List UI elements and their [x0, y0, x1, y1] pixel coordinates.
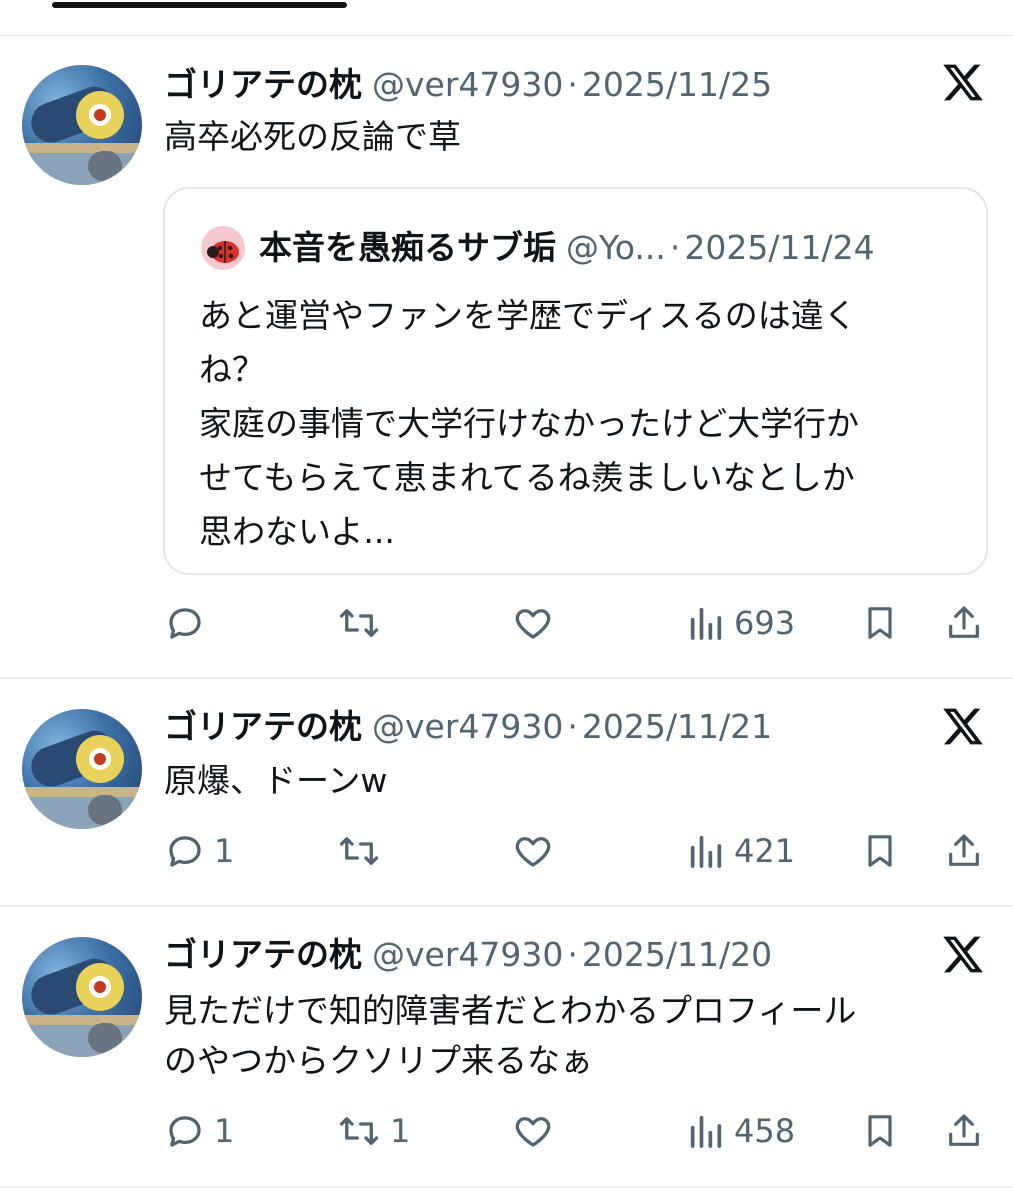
tweet-divider — [0, 1186, 1013, 1188]
bookmark-button[interactable] — [860, 826, 900, 876]
separator-dot: · — [567, 935, 578, 974]
tweet-actions: 1 421 — [0, 826, 1013, 876]
retweet-button[interactable]: 1 — [336, 1106, 410, 1156]
views-button[interactable]: 421 — [686, 826, 795, 876]
reply-button[interactable] — [164, 598, 214, 648]
x-logo-icon — [943, 936, 983, 973]
display-name[interactable]: ゴリアテの枕 — [164, 707, 362, 746]
views-chart-icon — [690, 835, 722, 868]
x-logo-icon — [943, 708, 983, 745]
bookmark-icon — [868, 835, 892, 867]
views-chart-icon — [690, 607, 722, 640]
retweet-icon — [339, 1117, 379, 1145]
display-name[interactable]: ゴリアテの枕 — [164, 65, 362, 104]
tweet-date[interactable]: 2025/11/20 — [582, 935, 772, 974]
quote-date[interactable]: 2025/11/24 — [684, 228, 874, 267]
retweet-button[interactable] — [336, 598, 390, 648]
quote-text-line: あと運営やファンを学歴でディスるのは違く — [199, 296, 857, 335]
avatar[interactable] — [22, 65, 142, 185]
views-count: 458 — [734, 1112, 796, 1150]
quote-display-name[interactable]: 本音を愚痴るサブ垢 — [259, 228, 556, 267]
share-icon — [949, 606, 979, 638]
tweet-header: ゴリアテの枕 @ver47930 · 2025/11/25 — [164, 61, 772, 109]
reply-button[interactable]: 1 — [164, 826, 234, 876]
avatar-image — [22, 958, 142, 1057]
heart-icon — [515, 609, 551, 639]
quote-separator-dot: · — [669, 228, 681, 267]
retweet-button[interactable] — [336, 826, 390, 876]
display-name[interactable]: ゴリアテの枕 — [164, 935, 362, 974]
quote-text: あと運営やファンを学歴でディスるのは違く ね？ 家庭の事情で大学行けなかったけど… — [199, 289, 859, 559]
retweet-icon — [339, 837, 379, 865]
tweet-date[interactable]: 2025/11/25 — [582, 65, 772, 104]
views-count: 421 — [734, 832, 796, 870]
tweet-header: ゴリアテの枕 @ver47930 · 2025/11/20 — [164, 931, 772, 979]
share-button[interactable] — [944, 598, 984, 648]
like-button[interactable] — [511, 1106, 555, 1156]
quote-text-line: ね？ — [199, 350, 265, 389]
avatar-image — [22, 86, 142, 185]
tweet-text: 高卒必死の反論で草 — [164, 112, 461, 162]
tweet-text-line: 見ただけで知的障害者だとわかるプロフィール — [164, 991, 857, 1030]
bookmark-icon — [868, 607, 892, 639]
bookmark-button[interactable] — [860, 598, 900, 648]
tweet-divider — [0, 905, 1013, 907]
user-handle[interactable]: @ver47930 — [372, 935, 563, 974]
views-chart-icon — [690, 1115, 722, 1148]
quote-user-handle[interactable]: @Yo... — [566, 228, 666, 267]
user-handle[interactable]: @ver47930 — [372, 707, 563, 746]
quote-header: 本音を愚痴るサブ垢 @Yo... · 2025/11/24 — [259, 224, 875, 272]
tweet-text: 見ただけで知的障害者だとわかるプロフィール のやつからクソリプ来るなぁ — [164, 986, 856, 1086]
views-button[interactable]: 458 — [686, 1106, 795, 1156]
quoted-tweet[interactable]: 本音を愚痴るサブ垢 @Yo... · 2025/11/24 あと運営やファンを学歴でデ… — [163, 187, 988, 575]
views-button[interactable]: 693 — [686, 598, 795, 648]
quote-text-line: 思わないよ... — [199, 512, 395, 551]
reply-icon — [169, 836, 201, 867]
reply-count: 1 — [214, 1112, 235, 1150]
retweet-count: 1 — [390, 1112, 411, 1150]
tweet-text-line: のやつからクソリプ来るなぁ — [164, 1041, 593, 1080]
tweet-divider — [0, 677, 1013, 679]
tweet-date[interactable]: 2025/11/21 — [582, 707, 772, 746]
bookmark-button[interactable] — [860, 1106, 900, 1156]
separator-dot: · — [567, 707, 578, 746]
user-handle[interactable]: @ver47930 — [372, 65, 563, 104]
like-button[interactable] — [511, 598, 555, 648]
reply-icon — [169, 608, 201, 639]
avatar[interactable] — [22, 937, 142, 1057]
bookmark-icon — [868, 1115, 892, 1147]
tweet-text: 原爆、ドーンw — [164, 756, 387, 806]
tweet-actions: 1 1 458 — [0, 1106, 1013, 1156]
retweet-icon — [339, 609, 379, 637]
reply-count: 1 — [214, 832, 235, 870]
tweet-header: ゴリアテの枕 @ver47930 · 2025/11/21 — [164, 703, 772, 751]
quote-avatar[interactable] — [201, 226, 245, 270]
quote-text-line: 家庭の事情で大学行けなかったけど大学行か — [199, 404, 859, 443]
share-button[interactable] — [944, 1106, 984, 1156]
tweet-text-line: 高卒必死の反論で草 — [164, 117, 461, 156]
separator-dot: · — [567, 65, 578, 104]
views-count: 693 — [734, 604, 796, 642]
heart-icon — [515, 837, 551, 867]
share-icon — [949, 834, 979, 866]
reply-icon — [169, 1116, 201, 1147]
like-button[interactable] — [511, 826, 555, 876]
tweet-text-line: 原爆、ドーンw — [164, 761, 388, 800]
share-button[interactable] — [944, 826, 984, 876]
quote-text-line: せてもらえて恵まれてるね羨ましいなとしか — [199, 458, 855, 497]
ladybug-icon — [207, 241, 239, 263]
status-top-bar — [0, 0, 1013, 36]
x-logo-icon — [943, 64, 983, 101]
reply-button[interactable]: 1 — [164, 1106, 234, 1156]
avatar[interactable] — [22, 709, 142, 829]
share-icon — [949, 1114, 979, 1146]
tweet-actions: 693 — [0, 598, 1013, 648]
scroll-indicator — [52, 2, 347, 8]
avatar-image — [22, 730, 142, 829]
top-divider — [0, 35, 1013, 36]
heart-icon — [515, 1117, 551, 1147]
